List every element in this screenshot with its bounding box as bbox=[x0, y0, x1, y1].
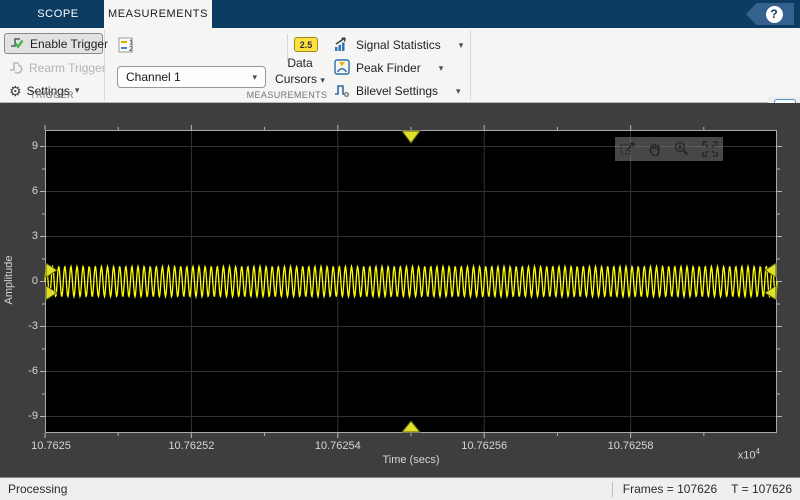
signal-statistics-label: Signal Statistics bbox=[356, 38, 441, 52]
peak-finder-label: Peak Finder bbox=[356, 61, 421, 75]
pan-button[interactable] bbox=[642, 137, 669, 161]
status-bar: Processing Frames = 107626 T = 107626 bbox=[0, 477, 800, 500]
status-divider bbox=[612, 482, 613, 497]
svg-text:2: 2 bbox=[129, 46, 133, 53]
rearm-trigger-icon bbox=[9, 59, 24, 77]
zoom-in-button[interactable] bbox=[669, 137, 696, 161]
zoom-to-region-button[interactable] bbox=[615, 137, 642, 161]
y-tick-label: 9 bbox=[2, 140, 38, 152]
channel-selector-icon: 1 2 bbox=[118, 36, 136, 57]
data-cursors-button[interactable]: Data bbox=[268, 56, 332, 70]
chevron-down-icon: ▾ bbox=[252, 73, 257, 82]
peak-finder-icon bbox=[334, 59, 350, 78]
zoom-in-icon bbox=[673, 140, 691, 158]
plot-axes[interactable] bbox=[45, 130, 777, 433]
y-tick-label: -9 bbox=[2, 410, 38, 422]
rearm-trigger-label: Rearm Trigger bbox=[29, 61, 106, 75]
peak-finder-button[interactable]: Peak Finder ▾ bbox=[334, 58, 443, 78]
status-processing: Processing bbox=[8, 482, 612, 496]
x-tick-label: 10.76252 bbox=[156, 440, 226, 452]
trigger-group-label: TRIGGER bbox=[0, 90, 104, 100]
trigger-marker[interactable] bbox=[402, 131, 420, 143]
x-tick-label: 10.7625 bbox=[16, 440, 86, 452]
ribbon: Enable Trigger Rearm Trigger ⚙ Settings … bbox=[0, 28, 800, 103]
trigger-marker[interactable] bbox=[402, 421, 420, 432]
tab-bar: SCOPE MEASUREMENTS ? bbox=[0, 0, 800, 28]
enable-trigger-button[interactable]: Enable Trigger bbox=[4, 33, 103, 54]
measurements-group-label: MEASUREMENTS bbox=[104, 90, 470, 100]
plot-zoom-toolbar bbox=[615, 137, 723, 161]
signal-statistics-button[interactable]: Signal Statistics ▾ bbox=[334, 35, 463, 55]
x-axis-title: Time (secs) bbox=[311, 454, 511, 466]
status-time: T = 107626 bbox=[731, 482, 792, 496]
y-tick-label: 0 bbox=[2, 275, 38, 287]
zoom-region-icon bbox=[619, 140, 637, 158]
plot-panel: Amplitude 9630-3-6-910.762510.7625210.76… bbox=[0, 103, 800, 477]
status-frames: Frames = 107626 bbox=[623, 482, 717, 496]
tab-scope[interactable]: SCOPE bbox=[18, 0, 98, 28]
chevron-down-icon: ▾ bbox=[439, 64, 444, 73]
chevron-down-icon: ▾ bbox=[459, 41, 464, 50]
channel-select-dropdown[interactable]: Channel 1 ▾ bbox=[117, 66, 266, 88]
x-tick-label: 10.76258 bbox=[596, 440, 666, 452]
scope-window: SCOPE MEASUREMENTS ? Enable Trigger bbox=[0, 0, 800, 500]
fit-to-view-button[interactable] bbox=[696, 137, 723, 161]
y-tick-label: -3 bbox=[2, 320, 38, 332]
fit-to-view-icon bbox=[701, 140, 719, 158]
chevron-down-icon: ▾ bbox=[320, 75, 325, 85]
enable-trigger-icon bbox=[10, 35, 25, 53]
signal-statistics-icon bbox=[334, 36, 350, 55]
x-scale-note: x104 bbox=[660, 447, 760, 462]
pan-hand-icon bbox=[646, 140, 664, 158]
rearm-trigger-button: Rearm Trigger bbox=[4, 57, 103, 78]
data-cursors-button-line2[interactable]: Cursors ▾ bbox=[268, 72, 332, 86]
y-tick-label: -6 bbox=[2, 365, 38, 377]
x-tick-label: 10.76254 bbox=[303, 440, 373, 452]
channel-select-value: Channel 1 bbox=[126, 70, 252, 84]
help-button[interactable]: ? bbox=[746, 3, 794, 25]
data-cursors-label: Cursors bbox=[275, 72, 317, 86]
y-tick-label: 6 bbox=[2, 185, 38, 197]
trigger-marker[interactable] bbox=[765, 263, 776, 277]
y-tick-label: 3 bbox=[2, 230, 38, 242]
x-tick-label: 10.76256 bbox=[449, 440, 519, 452]
group-separator bbox=[470, 30, 471, 100]
help-icon: ? bbox=[766, 6, 783, 23]
enable-trigger-label: Enable Trigger bbox=[30, 37, 108, 51]
tab-measurements[interactable]: MEASUREMENTS bbox=[104, 0, 212, 28]
trigger-marker[interactable] bbox=[46, 286, 57, 300]
data-cursors-icon: 2.5 bbox=[294, 37, 318, 52]
